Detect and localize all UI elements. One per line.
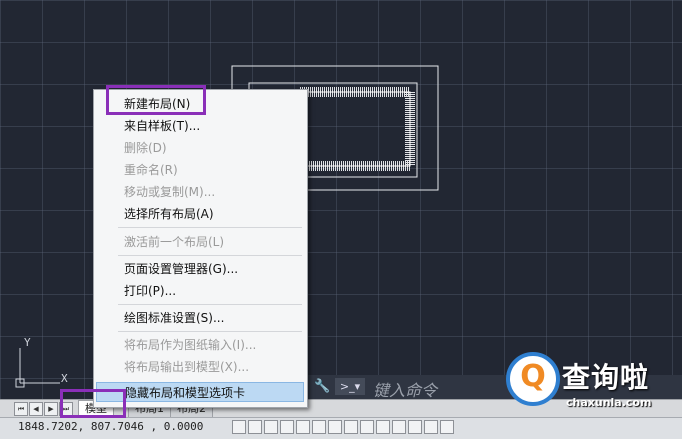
ucs-x-label: X — [61, 372, 68, 385]
ortho-toggle-icon[interactable] — [264, 420, 278, 434]
menu-item-activate-previous[interactable]: 激活前一个布局(L) — [124, 232, 224, 252]
snap-toggle-icon[interactable] — [232, 420, 246, 434]
watermark-title: 查询啦 — [562, 361, 650, 394]
next-tab-icon[interactable]: ▶ — [44, 402, 58, 416]
command-input[interactable]: 键入命令 — [373, 377, 437, 401]
watermark-q-icon: Q — [520, 359, 546, 394]
osnap-toggle-icon[interactable] — [296, 420, 310, 434]
menu-item-import-layout-as-sheet[interactable]: 将布局作为图纸输入(I)... — [124, 335, 256, 355]
dyn-toggle-icon[interactable] — [344, 420, 358, 434]
selection-cycling-icon[interactable] — [408, 420, 422, 434]
menu-item-hide-layout-model-tabs[interactable]: 隐藏布局和模型选项卡 — [96, 382, 304, 402]
quick-properties-icon[interactable] — [392, 420, 406, 434]
menu-item-move-copy[interactable]: 移动或复制(M)... — [124, 182, 215, 202]
layout-context-menu: 新建布局(N) 来自样板(T)... 删除(D) 重命名(R) 移动或复制(M)… — [93, 89, 308, 408]
highlight-box-model-tab — [60, 389, 126, 418]
ducs-toggle-icon[interactable] — [328, 420, 342, 434]
otrack-toggle-icon[interactable] — [312, 420, 326, 434]
menu-separator — [118, 304, 302, 305]
watermark-subtitle: chaxunla.com — [566, 396, 652, 409]
polar-toggle-icon[interactable] — [280, 420, 294, 434]
wrench-icon[interactable]: 🔧 — [314, 379, 331, 395]
menu-item-select-all-layouts[interactable]: 选择所有布局(A) — [124, 204, 214, 224]
lineweight-toggle-icon[interactable] — [360, 420, 374, 434]
coordinate-readout[interactable]: 1848.7202, 807.7046 , 0.0000 — [18, 420, 203, 433]
menu-separator — [118, 331, 302, 332]
annotation-monitor-icon[interactable] — [424, 420, 438, 434]
menu-item-page-setup-manager[interactable]: 页面设置管理器(G)... — [124, 259, 238, 279]
model-space-icon[interactable] — [440, 420, 454, 434]
highlight-box-new-layout — [106, 85, 206, 115]
hatched-border — [295, 87, 415, 171]
menu-item-rename[interactable]: 重命名(R) — [124, 160, 178, 180]
grid-toggle-icon[interactable] — [248, 420, 262, 434]
hatched-border-outline — [299, 91, 411, 167]
menu-separator — [118, 227, 302, 228]
prev-tab-icon[interactable]: ◀ — [29, 402, 43, 416]
menu-item-delete[interactable]: 删除(D) — [124, 138, 167, 158]
menu-item-plot[interactable]: 打印(P)... — [124, 281, 176, 301]
menu-item-drafting-standards[interactable]: 绘图标准设置(S)... — [124, 308, 224, 328]
menu-item-from-template[interactable]: 来自样板(T)... — [124, 116, 200, 136]
command-prompt-icon[interactable]: >_▾ — [335, 378, 365, 395]
menu-separator — [118, 255, 302, 256]
first-tab-icon[interactable]: ⏮ — [14, 402, 28, 416]
transparency-toggle-icon[interactable] — [376, 420, 390, 434]
menu-item-export-layout-to-model[interactable]: 将布局输出到模型(X)... — [124, 357, 249, 377]
ucs-y-label: Y — [24, 336, 31, 349]
